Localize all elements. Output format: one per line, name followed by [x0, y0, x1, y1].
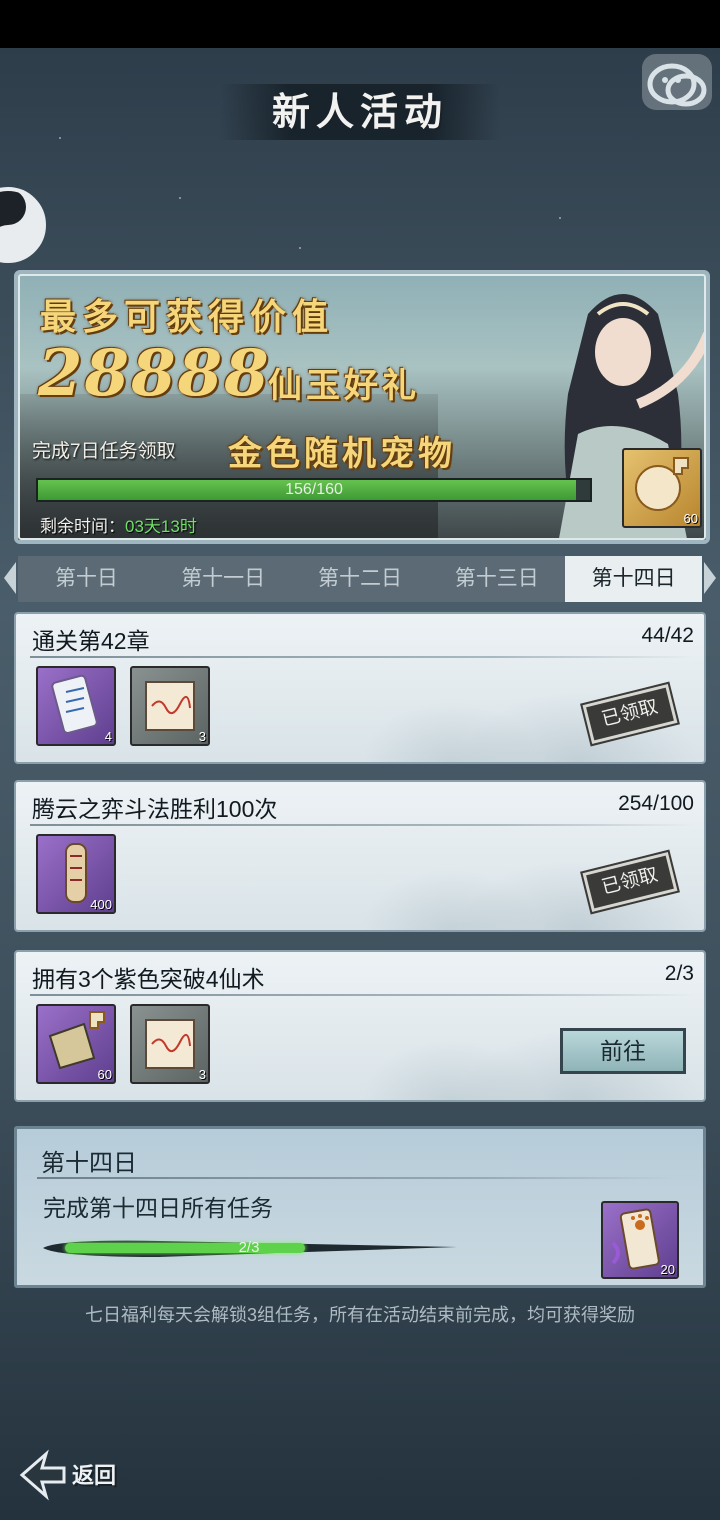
- task-title: 拥有3个紫色突破4仙术: [32, 966, 265, 992]
- parchment-icon: [145, 1019, 195, 1069]
- reward-item[interactable]: 4: [36, 666, 116, 746]
- rules-note: 七日福利每天会解锁3组任务，所有在活动结束前完成，均可获得奖励: [84, 1305, 635, 1325]
- divider: [30, 994, 694, 996]
- back-button[interactable]: 返回: [16, 1446, 146, 1504]
- task-progress: 44/42: [641, 624, 694, 647]
- reward-count: 60: [97, 1067, 112, 1082]
- reward-item[interactable]: 400: [36, 834, 116, 914]
- task-card: 腾云之弈斗法胜利100次 254/100 400 已领取: [14, 780, 706, 932]
- divider: [37, 1177, 677, 1179]
- tab-scroll-right-icon[interactable]: [704, 562, 716, 594]
- reward-count: 3: [198, 729, 206, 744]
- day-progress-label: 2/3: [238, 1239, 260, 1256]
- tab-day-14[interactable]: 第十四日: [565, 556, 702, 602]
- yinyang-icon[interactable]: [0, 182, 46, 268]
- reward-item[interactable]: 3: [130, 666, 210, 746]
- reward-item[interactable]: 60: [36, 1004, 116, 1084]
- reward-count: 4: [104, 729, 112, 744]
- status-bar: [0, 0, 720, 48]
- task-progress: 2/3: [664, 962, 694, 985]
- day-summary-card: 第十四日 完成第十四日所有任务 2/3 20: [14, 1126, 706, 1288]
- day-reward-item[interactable]: 20: [601, 1201, 679, 1279]
- divider: [30, 824, 694, 826]
- reward-count: 20: [660, 1262, 675, 1277]
- divider: [30, 656, 694, 658]
- task-progress: 254/100: [618, 792, 694, 815]
- parchment-icon: [145, 681, 195, 731]
- go-button[interactable]: 前往: [560, 1028, 686, 1074]
- task-card: 通关第42章 44/42 4 3 已领取: [14, 612, 706, 764]
- event-banner: 最多可获得价值 28888 仙玉好礼 完成7日任务领取 金色随机宠物 156/1…: [14, 270, 710, 544]
- back-label: 返回: [72, 1463, 117, 1489]
- tab-scroll-left-icon[interactable]: [4, 562, 16, 594]
- day-summary-title: 第十四日: [41, 1150, 137, 1177]
- day-summary-desc: 完成第十四日所有任务: [43, 1195, 273, 1221]
- tab-day-13[interactable]: 第十三日: [428, 556, 565, 602]
- day-progress-bar: 2/3: [39, 1237, 459, 1259]
- task-title: 通关第42章: [32, 628, 150, 654]
- reward-item[interactable]: 3: [130, 1004, 210, 1084]
- task-title: 腾云之弈斗法胜利100次: [32, 796, 278, 822]
- reward-count: 3: [198, 1067, 206, 1082]
- tab-day-10[interactable]: 第十日: [18, 556, 155, 602]
- tab-day-12[interactable]: 第十二日: [292, 556, 429, 602]
- page-title: 新人活动: [271, 89, 448, 134]
- banner-frame: [18, 274, 706, 540]
- back-arrow-icon: [19, 1449, 66, 1501]
- task-card: 拥有3个紫色突破4仙术 2/3 60 3 前往: [14, 950, 706, 1102]
- wechat-icon[interactable]: [640, 52, 714, 112]
- day-tabs: 第十日 第十一日 第十二日 第十三日 第十四日: [18, 556, 702, 602]
- scroll-icon: [51, 674, 98, 734]
- reward-count: 400: [90, 897, 112, 912]
- tab-day-11[interactable]: 第十一日: [155, 556, 292, 602]
